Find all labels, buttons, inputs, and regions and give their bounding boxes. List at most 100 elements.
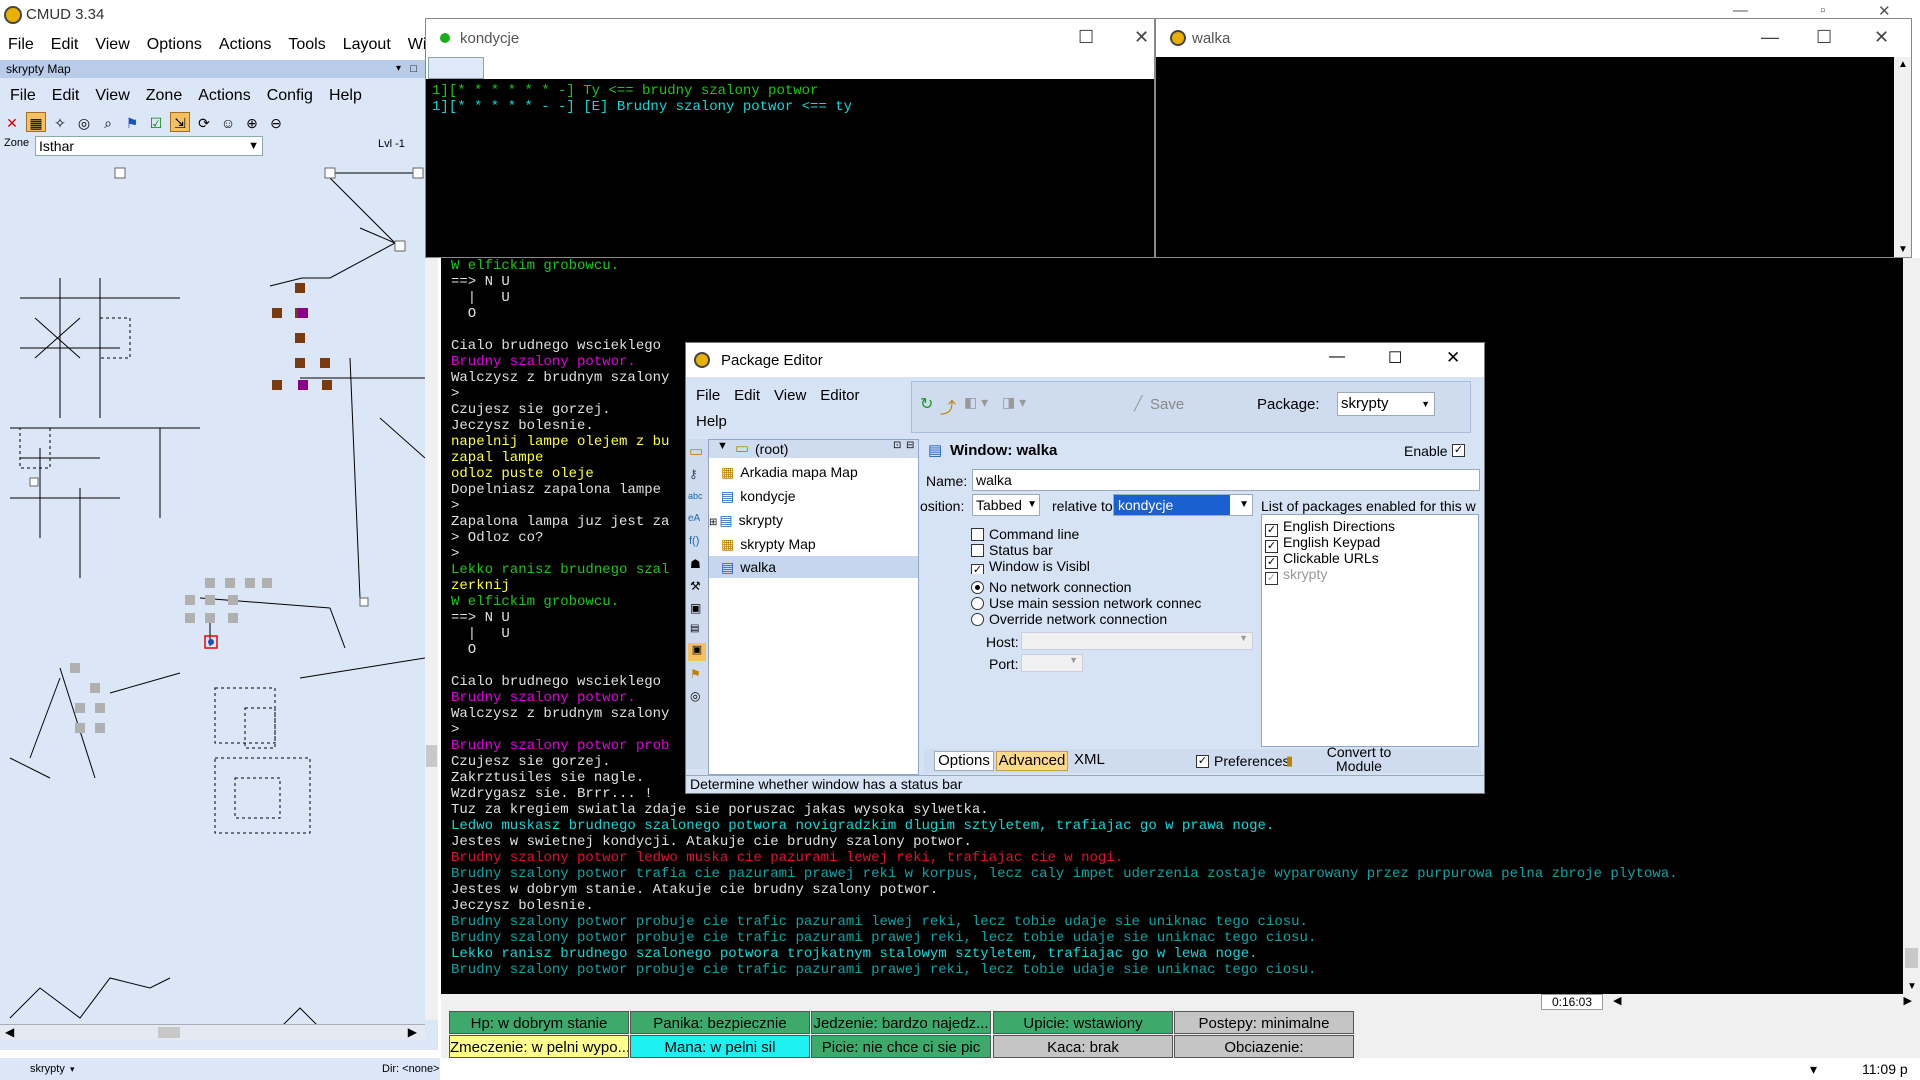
zone-select[interactable]: Isthar ▼ bbox=[35, 136, 263, 156]
scroll-thumb[interactable] bbox=[158, 1027, 180, 1038]
menu-layout[interactable]: Layout bbox=[343, 36, 391, 54]
function-icon[interactable]: f() bbox=[689, 535, 699, 547]
save-button[interactable]: Save bbox=[1150, 396, 1184, 413]
map-canvas[interactable] bbox=[0, 158, 425, 1048]
route-icon[interactable]: ⟳ bbox=[194, 112, 214, 132]
menu-view[interactable]: View bbox=[95, 36, 129, 54]
pe-minimize-icon[interactable]: — bbox=[1329, 348, 1345, 366]
kondycje-tab[interactable] bbox=[428, 57, 484, 79]
walka-scroll-down-icon[interactable]: ▼ bbox=[1898, 244, 1908, 255]
pe-close-icon[interactable]: ✕ bbox=[1446, 348, 1460, 368]
flag-icon[interactable]: ⚑ bbox=[690, 667, 701, 681]
map-vscroll[interactable] bbox=[425, 160, 438, 1020]
option-row[interactable]: ✓ Window is Visibl bbox=[971, 558, 1236, 574]
map-menu-file[interactable]: File bbox=[10, 87, 36, 105]
binoculars-icon[interactable]: ◎ bbox=[74, 112, 94, 132]
map-menu-edit[interactable]: Edit bbox=[52, 87, 80, 105]
event-icon[interactable]: ☗ bbox=[690, 557, 701, 571]
zoom-out-icon[interactable]: ⊖ bbox=[266, 112, 286, 132]
radio-row[interactable]: Use main session network connec bbox=[971, 595, 1236, 611]
tab-options[interactable]: Options bbox=[934, 751, 994, 771]
menu-options[interactable]: Options bbox=[147, 36, 202, 54]
open-folder-icon[interactable]: ⤴ bbox=[940, 394, 956, 418]
check-icon[interactable]: ☑ bbox=[146, 112, 166, 132]
position-select[interactable]: Tabbed ▼ bbox=[972, 494, 1040, 516]
tree-item-walka[interactable]: ▤ walka bbox=[709, 556, 918, 578]
key-icon[interactable]: ⚷ bbox=[689, 467, 698, 481]
scroll-right-icon[interactable]: ▶ bbox=[408, 1025, 417, 1039]
option-row[interactable]: Command line bbox=[971, 526, 1236, 542]
kondycje-maximize-icon[interactable]: ☐ bbox=[1078, 27, 1094, 48]
delete-icon[interactable]: ✕ bbox=[2, 112, 22, 132]
vscroll-down-icon[interactable]: ▼ bbox=[1907, 981, 1917, 992]
button-icon[interactable]: ▣ bbox=[690, 601, 701, 615]
radio-row[interactable]: Override network connection bbox=[971, 611, 1236, 627]
name-input[interactable]: walka bbox=[972, 469, 1480, 491]
pe-menu-edit[interactable]: Edit bbox=[734, 383, 760, 409]
abc-icon[interactable]: abc bbox=[688, 491, 703, 501]
map-close-icon[interactable]: □ bbox=[410, 60, 417, 78]
relative-select[interactable]: kondycje ▼ bbox=[1113, 494, 1253, 516]
convert-button[interactable]: Convert to Module bbox=[1304, 745, 1414, 773]
macro-icon[interactable]: ⚒ bbox=[690, 579, 701, 593]
tree-close-icon[interactable]: ⊟ bbox=[906, 440, 914, 451]
package-select[interactable]: skrypty ▼ bbox=[1337, 392, 1435, 416]
package-dropdown-icon[interactable]: ▾ bbox=[70, 1058, 75, 1080]
tree-collapse-icon[interactable]: ▼ bbox=[717, 440, 728, 452]
minimize-icon[interactable]: — bbox=[1733, 2, 1748, 19]
walka-vscroll[interactable]: ▲ ▼ bbox=[1894, 57, 1911, 257]
restore-icon[interactable]: ▫ bbox=[1820, 2, 1825, 19]
preferences-label[interactable]: Preferences bbox=[1214, 753, 1289, 769]
tree-item-kondycje[interactable]: ▤ kondycje bbox=[721, 488, 796, 505]
settings-icon[interactable]: ◎ bbox=[690, 689, 700, 703]
map-hscroll[interactable]: ◀ ▶ bbox=[0, 1024, 425, 1040]
walka-close-icon[interactable]: ✕ bbox=[1874, 27, 1889, 48]
package-item[interactable]: ✓ skrypty bbox=[1265, 566, 1475, 585]
menu-tools[interactable]: Tools bbox=[288, 36, 325, 54]
vscroll-thumb[interactable] bbox=[426, 745, 437, 767]
tab-advanced[interactable]: Advanced bbox=[996, 751, 1068, 771]
pe-menu-view[interactable]: View bbox=[774, 383, 806, 409]
alias-icon[interactable]: eA bbox=[688, 513, 700, 524]
folder-icon[interactable]: ▭ bbox=[689, 442, 703, 460]
refresh-icon[interactable]: ↻ bbox=[920, 394, 933, 414]
kondycje-close-icon[interactable]: ✕ bbox=[1134, 27, 1149, 48]
menu-file[interactable]: File bbox=[8, 36, 34, 54]
search-icon[interactable]: ⌕ bbox=[98, 112, 118, 132]
host-select[interactable]: ▼ bbox=[1021, 632, 1253, 650]
package-checkbox[interactable]: ✓ bbox=[1265, 572, 1278, 585]
checkbox[interactable]: ✓ bbox=[971, 564, 984, 574]
package-item[interactable]: ✓ English Directions bbox=[1265, 518, 1475, 537]
hscroll-left-icon[interactable]: ◀ bbox=[1613, 994, 1621, 1007]
save-icon[interactable]: ╱ bbox=[1134, 395, 1142, 412]
zoom-in-icon[interactable]: ⊕ bbox=[242, 112, 262, 132]
pe-menu-help[interactable]: Help bbox=[696, 409, 727, 435]
tree-item-arkadia[interactable]: ▦ Arkadia mapa Map bbox=[721, 464, 858, 481]
path-icon[interactable]: ⇲ bbox=[170, 112, 190, 132]
map-package[interactable]: skrypty bbox=[30, 1058, 65, 1080]
scroll-left-icon[interactable]: ◀ bbox=[5, 1025, 14, 1039]
checkbox[interactable] bbox=[971, 544, 984, 557]
menu-actions[interactable]: Actions bbox=[219, 36, 271, 54]
menu-edit[interactable]: Edit bbox=[51, 36, 79, 54]
map-menu-zone[interactable]: Zone bbox=[146, 87, 182, 105]
window-icon[interactable]: ▣ bbox=[688, 643, 706, 661]
map-pin-icon[interactable]: ▾ bbox=[396, 60, 401, 78]
walka-minimize-icon[interactable]: — bbox=[1761, 27, 1779, 48]
pe-menu-file[interactable]: File bbox=[696, 383, 720, 409]
map-menu-help[interactable]: Help bbox=[329, 87, 362, 105]
vscroll-thumb-main[interactable] bbox=[1905, 948, 1918, 968]
hscroll-right-icon[interactable]: ▶ bbox=[1904, 994, 1912, 1007]
wand-icon[interactable]: ✧ bbox=[50, 112, 70, 132]
package-item[interactable]: ✓ Clickable URLs bbox=[1265, 550, 1475, 569]
enable-checkbox[interactable]: ✓ bbox=[1452, 444, 1465, 457]
menu-icon[interactable]: ▤ bbox=[690, 623, 699, 634]
forward-icon[interactable]: ◨ ▾ bbox=[1002, 394, 1026, 411]
port-select[interactable]: ▼ bbox=[1021, 654, 1083, 672]
tree-item-skrypty-map[interactable]: ▦ skrypty Map bbox=[721, 536, 816, 553]
back-icon[interactable]: ◧ ▾ bbox=[964, 394, 988, 411]
map-menu-config[interactable]: Config bbox=[267, 87, 313, 105]
tree-pin-icon[interactable]: ⊡ bbox=[893, 440, 901, 451]
walka-scroll-up-icon[interactable]: ▲ bbox=[1898, 59, 1908, 70]
radio-row[interactable]: No network connection bbox=[971, 579, 1236, 595]
